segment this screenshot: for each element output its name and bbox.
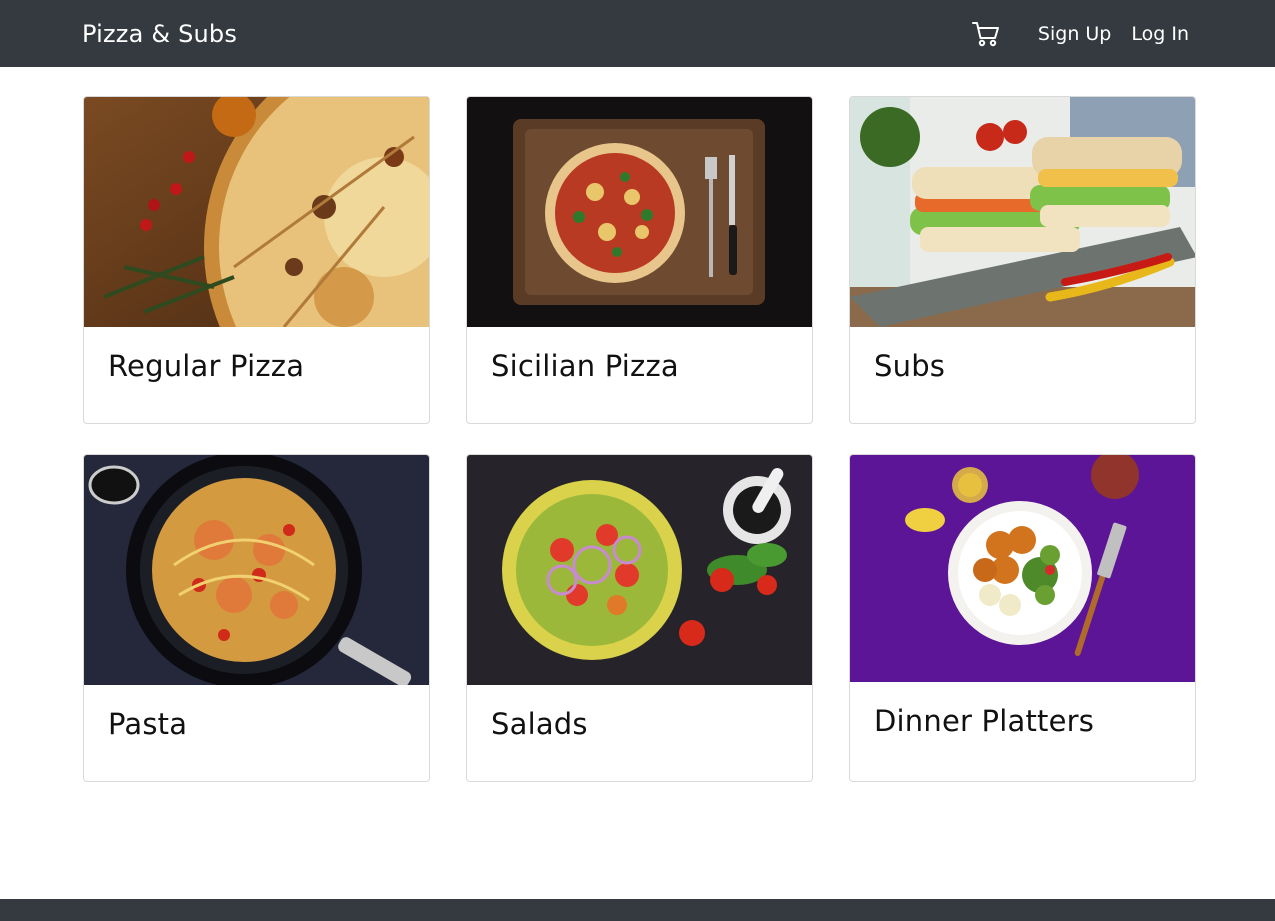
category-card-subs[interactable]: Subs (849, 96, 1196, 424)
card-title: Sicilian Pizza (491, 349, 679, 383)
sicilian-pizza-photo (467, 97, 812, 327)
card-title: Salads (491, 707, 588, 741)
pasta-photo (84, 455, 429, 685)
log-in-link[interactable]: Log In (1131, 23, 1189, 45)
brand-link[interactable]: Pizza & Subs (82, 20, 237, 48)
category-card-regular-pizza[interactable]: Regular Pizza (83, 96, 430, 424)
card-body: Subs (850, 327, 1195, 405)
sign-up-link[interactable]: Sign Up (1038, 23, 1111, 45)
card-body: Regular Pizza (84, 327, 429, 405)
navbar: Pizza & Subs Sign Up Log In (0, 0, 1275, 67)
nav-right: Sign Up Log In (971, 20, 1189, 48)
card-body: Salads (467, 685, 812, 763)
category-card-sicilian-pizza[interactable]: Sicilian Pizza (466, 96, 813, 424)
category-grid: Regular Pizza Sicilian Pizza Subs Pasta … (83, 96, 1196, 782)
regular-pizza-photo (84, 97, 429, 327)
card-title: Regular Pizza (108, 349, 305, 383)
card-title: Dinner Platters (874, 704, 1095, 738)
category-card-salads[interactable]: Salads (466, 454, 813, 782)
category-card-pasta[interactable]: Pasta (83, 454, 430, 782)
dinner-platters-photo (850, 455, 1195, 682)
card-body: Dinner Platters (850, 682, 1195, 760)
card-body: Pasta (84, 685, 429, 763)
shopping-cart-icon[interactable] (971, 20, 1000, 48)
card-title: Pasta (108, 707, 188, 741)
subs-photo (850, 97, 1195, 327)
category-card-dinner-platters[interactable]: Dinner Platters (849, 454, 1196, 782)
footer (0, 899, 1275, 921)
salads-photo (467, 455, 812, 685)
card-title: Subs (874, 349, 946, 383)
card-body: Sicilian Pizza (467, 327, 812, 405)
